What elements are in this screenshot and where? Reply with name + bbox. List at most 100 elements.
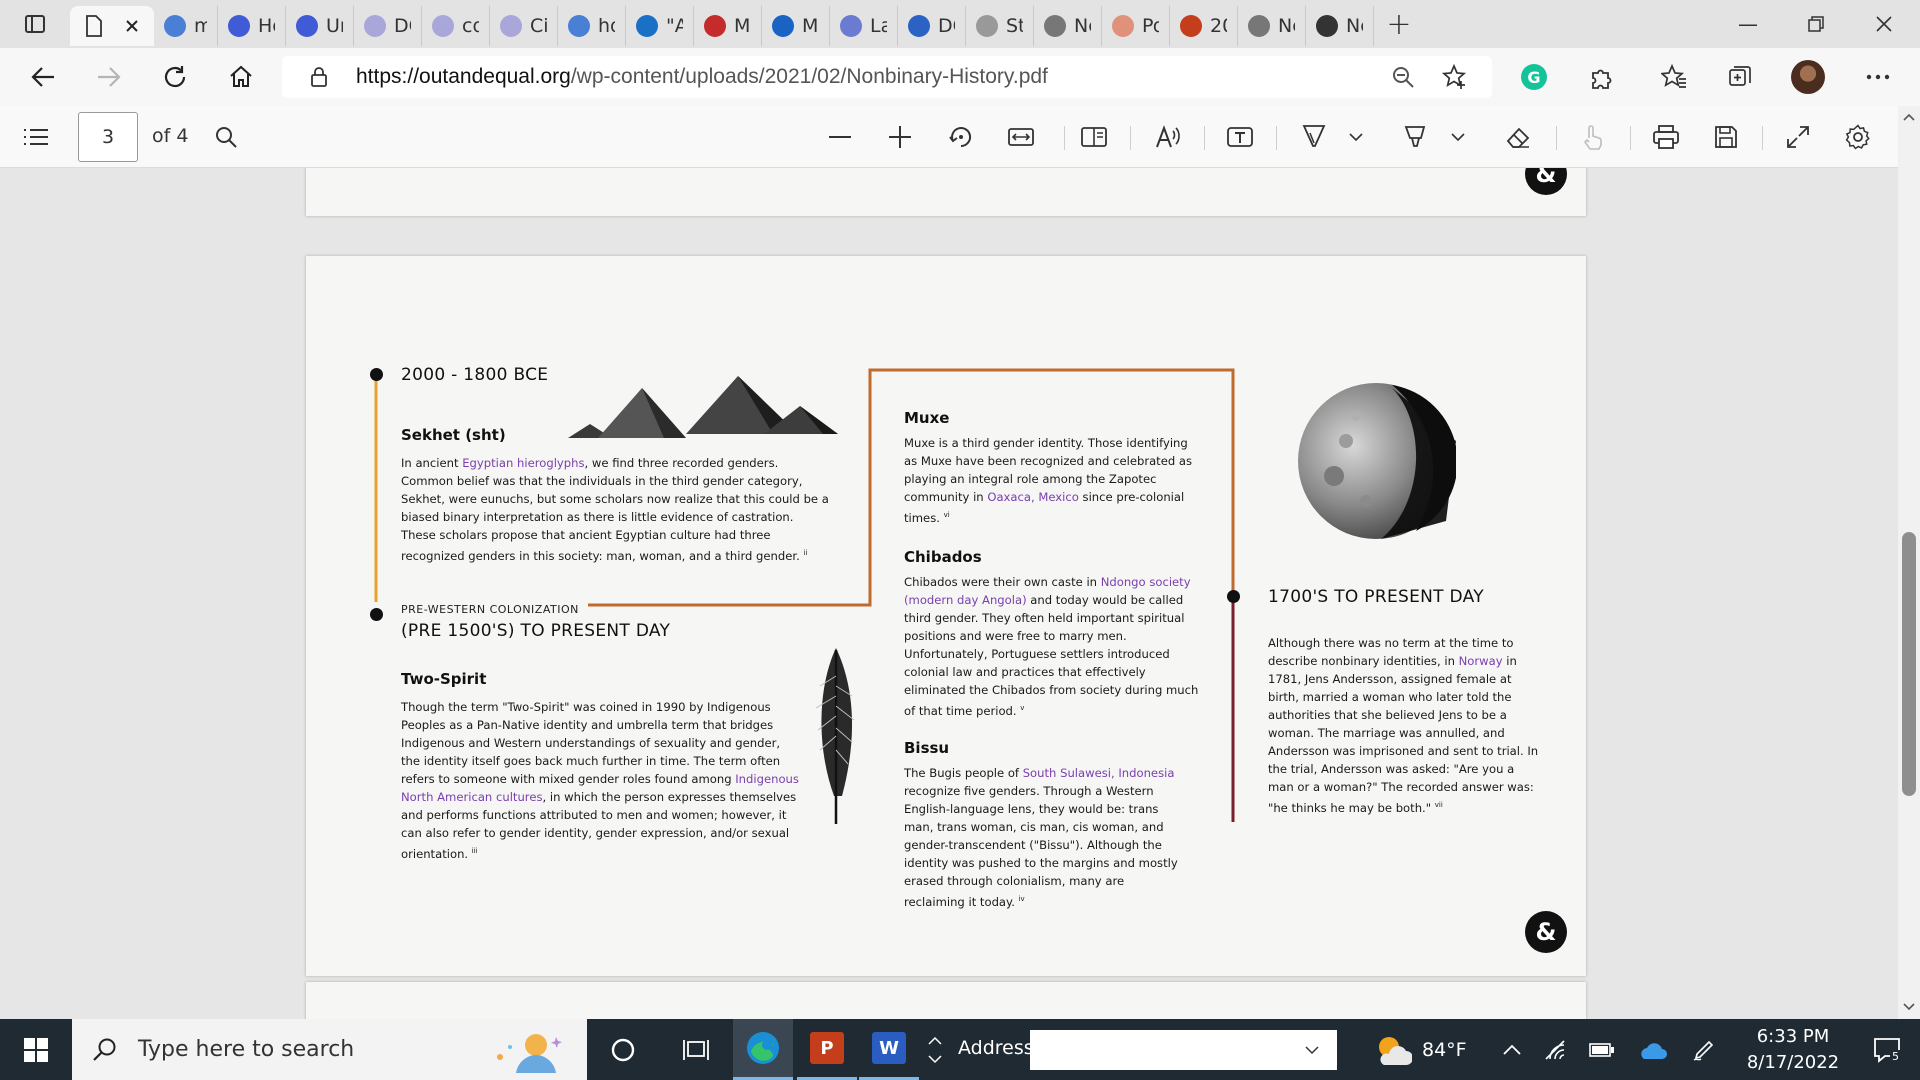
pdf-settings-button[interactable] [1838,117,1878,157]
browser-tab[interactable]: "All [626,6,694,46]
touch-icon [1583,125,1602,150]
vertical-scrollbar[interactable] [1898,106,1920,1019]
link[interactable]: Norway [1459,654,1503,668]
notification-center-button[interactable]: 5 [1854,1019,1920,1080]
address-toolbar-label: Address [958,1037,1034,1059]
browser-tab[interactable]: Lau [830,6,898,46]
c-logo-icon [500,15,522,37]
tab-active-pdf[interactable] [70,6,154,46]
highlight-options-dropdown[interactable] [1448,117,1468,157]
table-of-contents-button[interactable] [16,117,56,157]
full-screen-button[interactable] [1778,117,1818,157]
read-aloud-button[interactable] [1148,117,1188,157]
save-button[interactable] [1706,117,1746,157]
browser-tab[interactable]: Un [286,6,354,46]
print-button[interactable] [1646,117,1686,157]
browser-tab[interactable]: 20 [1170,6,1238,46]
start-button[interactable] [0,1019,72,1080]
browser-tab[interactable]: Cis [490,6,558,46]
forward-button[interactable] [76,48,142,106]
address-toolbar-input[interactable] [1030,1030,1337,1070]
collections-button[interactable] [1714,48,1766,106]
settings-more-button[interactable] [1852,48,1904,106]
browser-tab[interactable]: Ho [218,6,286,46]
restore-button[interactable] [1782,0,1850,48]
pen-workspace-button[interactable] [1684,1019,1724,1080]
network-button[interactable] [1536,1019,1576,1080]
highlight-button[interactable] [1396,117,1436,157]
tab-label: Cis [530,15,547,37]
pdf-viewport[interactable]: & 2000 - 1800 BCE Sekhet (sht) In ancien… [0,168,1898,1019]
tab-actions-button[interactable] [0,0,70,48]
section-heading: Two-Spirit [401,670,487,688]
cortana-button[interactable] [593,1019,653,1080]
minimize-button[interactable]: — [1714,0,1782,48]
scroll-up-icon[interactable] [1898,110,1920,126]
page-number-input[interactable]: 3 [78,112,138,162]
browser-tab[interactable]: Ne [1238,6,1306,46]
browser-tab[interactable]: Ne [1306,6,1374,46]
link[interactable]: Oaxaca, Mexico [987,490,1079,504]
browser-tab[interactable]: Ne [1034,6,1102,46]
weather-temperature: 84°F [1422,1038,1467,1061]
browser-tab[interactable]: Ma [762,6,830,46]
draw-button[interactable] [1294,117,1334,157]
home-button[interactable] [208,48,274,106]
grammarly-icon: G [1521,64,1547,90]
find-button[interactable] [206,117,246,157]
browser-tab[interactable]: me [154,6,218,46]
close-tab-icon[interactable] [124,18,140,34]
zoom-out-icon[interactable] [1390,64,1416,90]
lock-icon[interactable] [306,64,332,90]
rotate-button[interactable] [941,117,981,157]
browser-tab[interactable]: Sta [966,6,1034,46]
taskbar-word-button[interactable]: W [859,1019,919,1080]
task-view-button[interactable] [666,1019,726,1080]
fit-to-width-button[interactable] [1001,117,1041,157]
refresh-button[interactable] [142,48,208,106]
scroll-thumb[interactable] [1902,532,1916,796]
taskbar-edge-button[interactable] [733,1019,793,1080]
chevron-down-icon[interactable] [1305,1045,1319,1055]
scroll-down-icon[interactable] [1898,999,1920,1015]
taskbar-powerpoint-button[interactable]: P [797,1019,857,1080]
browser-tab[interactable]: cor [422,6,490,46]
browser-tab[interactable]: DC [354,6,422,46]
touch-writing-button[interactable] [1572,117,1612,157]
profile-button[interactable] [1782,48,1834,106]
toolbar-scroll-buttons[interactable] [922,1019,948,1080]
browser-tab[interactable]: hov [558,6,626,46]
link[interactable]: Egyptian hieroglyphs [462,456,584,470]
tab-label: me [194,15,207,37]
taskbar-search-box[interactable]: Type here to search [72,1019,587,1080]
onedrive-button[interactable] [1630,1019,1674,1080]
add-favorite-icon[interactable] [1442,64,1468,90]
browser-tab[interactable]: DC [898,6,966,46]
page-icon [1248,15,1270,37]
period-title: 1700'S TO PRESENT DAY [1268,587,1484,607]
browser-tab[interactable]: Po [1102,6,1170,46]
grammarly-extension-button[interactable]: G [1508,48,1560,106]
weather-widget[interactable]: 84°F [1374,1019,1494,1080]
extensions-button[interactable] [1576,48,1628,106]
system-clock[interactable]: 6:33 PM 8/17/2022 [1738,1024,1848,1076]
add-text-button[interactable] [1220,117,1260,157]
address-bar[interactable]: https://outandequal.org/wp-content/uploa… [282,56,1492,98]
section-heading: Muxe [904,409,950,427]
zoom-out-button[interactable] [820,117,860,157]
close-window-button[interactable] [1850,0,1918,48]
show-hidden-icons-button[interactable] [1492,1019,1532,1080]
url-text[interactable]: https://outandequal.org/wp-content/uploa… [356,65,1048,89]
new-tab-button[interactable]: + [1374,0,1424,48]
tab-label: Ne [1278,15,1295,37]
erase-button[interactable] [1498,117,1538,157]
back-button[interactable] [10,48,76,106]
battery-button[interactable] [1582,1019,1622,1080]
link[interactable]: South Sulawesi, Indonesia [1023,766,1175,780]
draw-options-dropdown[interactable] [1346,117,1366,157]
page-view-button[interactable] [1074,117,1114,157]
zoom-in-button[interactable] [880,117,920,157]
browser-tab[interactable]: Me [694,6,762,46]
save-icon [1715,126,1737,148]
favorites-button[interactable] [1648,48,1700,106]
